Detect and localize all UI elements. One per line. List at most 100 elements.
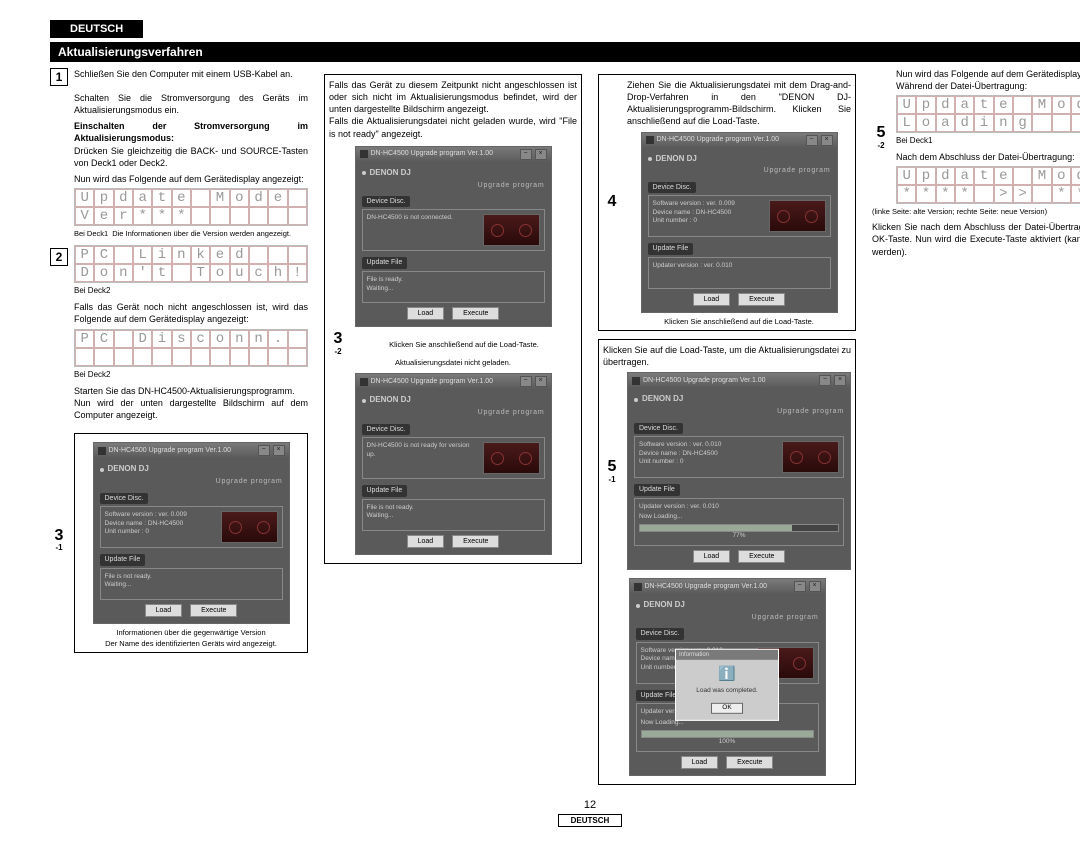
caption: Klicken Sie anschließend auf die Load-Ta… xyxy=(627,317,851,326)
device-info: Software version : ver. 0.009Device name… xyxy=(105,511,217,543)
window-titlebar: DN-HC4500 Upgrade program Ver.1.00 − × xyxy=(356,147,551,162)
execute-button[interactable]: Execute xyxy=(738,293,785,306)
text: Klicken Sie auf die Load-Taste, um die A… xyxy=(603,344,851,368)
upgrade-label: Upgrade program xyxy=(648,166,831,175)
app-icon xyxy=(632,377,640,385)
close-icon[interactable]: × xyxy=(535,149,547,160)
app-icon xyxy=(360,378,368,386)
language-tab: DEUTSCH xyxy=(50,20,143,38)
text: Falls das Gerät noch nicht angeschlossen… xyxy=(74,301,308,325)
update-file-box: Updater version : ver. 0.010 xyxy=(648,257,831,289)
window-title: DN-HC4500 Upgrade program Ver.1.00 xyxy=(645,582,768,591)
popup-title: Information xyxy=(676,650,778,660)
app-window: DN-HC4500 Upgrade program Ver.1.00 − × D… xyxy=(355,146,552,328)
step-number-sub: 4 xyxy=(603,194,621,211)
device-box: Software version : ver. 0.010Device name… xyxy=(634,436,844,478)
minimize-icon[interactable]: − xyxy=(794,581,806,592)
minimize-icon[interactable]: − xyxy=(806,135,818,146)
lcd-deck-label: Bei Deck2 xyxy=(74,370,308,381)
window-titlebar: DN-HC4500 Upgrade program Ver.1.00 − × xyxy=(356,374,551,389)
execute-button[interactable]: Execute xyxy=(738,550,785,563)
close-icon[interactable]: × xyxy=(535,376,547,387)
device-tag: Device Disc. xyxy=(636,628,685,639)
page-number: 12 xyxy=(50,799,1080,811)
execute-button[interactable]: Execute xyxy=(190,604,237,617)
device-tag: Device Disc. xyxy=(362,424,411,435)
lcd-display: U*p*d*a*te>>Mo*d*e** xyxy=(896,166,1080,204)
load-button[interactable]: Load xyxy=(407,307,445,320)
lcd-deck-label: Bei Deck1 xyxy=(74,229,108,239)
minimize-icon[interactable]: − xyxy=(819,375,831,386)
column-2: Falls das Gerät zu diesem Zeitpunkt nich… xyxy=(324,68,582,785)
update-file-box: File is not ready. Waiting... xyxy=(100,568,283,600)
step-number-sub: 3-1 xyxy=(50,528,68,553)
device-box: DN-HC4500 is not connected. xyxy=(362,209,545,251)
upgrade-label: Upgrade program xyxy=(634,407,844,416)
text: Nun wird das Folgende auf dem Gerätedisp… xyxy=(896,68,1080,80)
lcd-info: Bei Deck1 Die Informationen über die Ver… xyxy=(74,229,308,239)
load-button[interactable]: Load xyxy=(145,604,183,617)
upgrade-label: Upgrade program xyxy=(362,408,545,417)
lcd-legend: (linke Seite: alte Version; rechte Seite… xyxy=(872,207,1080,217)
info-icon: ℹ️ xyxy=(682,664,772,683)
close-icon[interactable]: × xyxy=(809,581,821,592)
text: Schalten Sie die Stromversorgung des Ger… xyxy=(74,92,308,116)
text: Während der Datei-Übertragung: xyxy=(896,80,1080,92)
lcd-display: UVpedra*t*e*Mode xyxy=(74,188,308,226)
close-icon[interactable]: × xyxy=(834,375,846,386)
close-icon[interactable]: × xyxy=(821,135,833,146)
progress-text: 100% xyxy=(641,738,814,747)
caption: Klicken Sie anschließend auf die Load-Ta… xyxy=(351,340,577,349)
execute-button[interactable]: Execute xyxy=(452,535,499,548)
overlap-area: DN-HC4500 Upgrade program Ver.1.00 − × D… xyxy=(603,578,851,776)
window-body: DENON DJ Upgrade program Device Disc. DN… xyxy=(356,389,551,554)
window-title: DN-HC4500 Upgrade program Ver.1.00 xyxy=(109,446,232,455)
step-number-sub: 5-2 xyxy=(872,125,890,150)
app-window: DN-HC4500 Upgrade program Ver.1.00 − × D… xyxy=(355,373,552,555)
lcd-deck-label: Bei Deck2 xyxy=(74,286,308,297)
popup-message: Load was completed. xyxy=(682,687,772,696)
close-icon[interactable]: × xyxy=(273,445,285,456)
update-tag: Update File xyxy=(100,554,146,565)
step-body: Schalten Sie die Stromversorgung des Ger… xyxy=(74,92,308,421)
window-titlebar: DN-HC4500 Upgrade program Ver.1.00 − × xyxy=(630,579,825,594)
text: Nach dem Abschluss der Datei-Übertragung… xyxy=(896,151,1080,163)
window-title: DN-HC4500 Upgrade program Ver.1.00 xyxy=(371,377,494,386)
load-button[interactable]: Load xyxy=(693,293,731,306)
text: Drücken Sie gleichzeitig die BACK- und S… xyxy=(74,145,308,169)
execute-button[interactable]: Execute xyxy=(452,307,499,320)
device-box: Software version : ver. 0.009Device name… xyxy=(100,506,283,548)
window-titlebar: DN-HC4500 Upgrade program Ver.1.00 − × xyxy=(642,133,837,148)
screenshot-panel: 4 Ziehen Sie die Aktualisierungsdatei mi… xyxy=(598,74,856,331)
screenshot-panel: Falls das Gerät zu diesem Zeitpunkt nich… xyxy=(324,74,582,564)
screenshot-panel: DN-HC4500 Upgrade program Ver.1.00 − × D… xyxy=(74,433,308,653)
text-bold: Einschalten der Stromversorgung im Aktua… xyxy=(74,120,308,144)
text: Nun wird das Folgende auf dem Gerätedisp… xyxy=(74,173,308,185)
window-body: DENON DJ Upgrade program Device Disc. So… xyxy=(94,458,289,623)
ok-button[interactable]: OK xyxy=(711,703,742,714)
upgrade-label: Upgrade program xyxy=(636,613,819,622)
device-info: DN-HC4500 is not connected. xyxy=(367,214,479,246)
device-info: Software version : ver. 0.009Device name… xyxy=(653,200,765,232)
text: Ziehen Sie die Aktualisierungsdatei mit … xyxy=(627,79,851,128)
lcd-display: PDConL'itnkTeoduch! xyxy=(74,245,308,283)
load-button[interactable]: Load xyxy=(681,756,719,769)
minimize-icon[interactable]: − xyxy=(258,445,270,456)
device-box: DN-HC4500 is not ready for version up. xyxy=(362,437,545,479)
minimize-icon[interactable]: − xyxy=(520,149,532,160)
upgrade-label: Upgrade program xyxy=(100,477,283,486)
step-number: 1 xyxy=(50,68,68,86)
load-button[interactable]: Load xyxy=(407,535,445,548)
app-icon xyxy=(634,583,642,591)
minimize-icon[interactable]: − xyxy=(520,376,532,387)
window-titlebar: DN-HC4500 Upgrade program Ver.1.00 − × xyxy=(94,443,289,458)
device-box: Software version : ver. 0.009Device name… xyxy=(648,195,831,237)
device-image xyxy=(483,442,540,474)
execute-button[interactable]: Execute xyxy=(726,756,773,769)
load-button[interactable]: Load xyxy=(693,550,731,563)
column-1: 1 Schließen Sie den Computer mit einem U… xyxy=(50,68,308,785)
device-image xyxy=(221,511,278,543)
update-tag: Update File xyxy=(362,257,408,268)
text: Falls das Gerät zu diesem Zeitpunkt nich… xyxy=(329,79,577,140)
update-file-box: File is ready. Waiting... xyxy=(362,271,545,303)
